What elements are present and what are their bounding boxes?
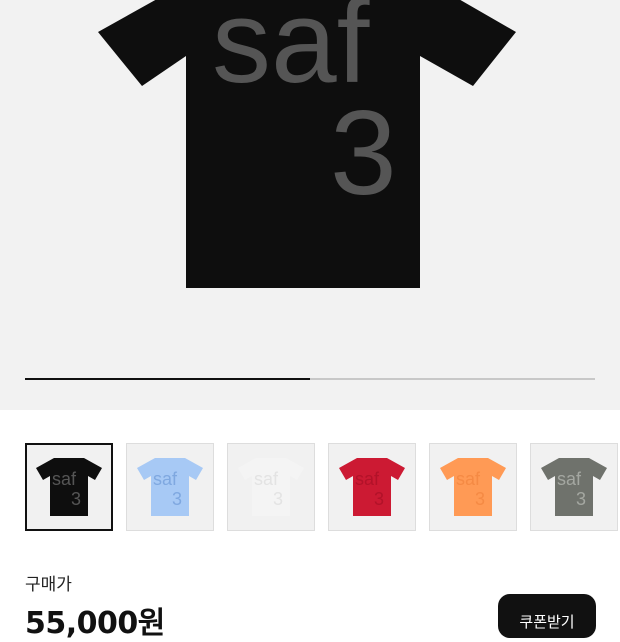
tshirt-graphic-text: saf — [254, 469, 279, 489]
tshirt-graphic-text: saf — [52, 469, 77, 489]
tshirt-icon: saf3 — [541, 458, 607, 516]
price-label: 구매가 — [25, 575, 72, 595]
color-thumbnail-khaki-gray[interactable]: saf 3 — [530, 443, 618, 531]
gallery-progress-fill — [25, 378, 310, 380]
tshirt-icon: saf3 — [339, 458, 405, 516]
tshirt-graphic-text: saf — [456, 469, 481, 489]
tshirt-graphic-text: saf — [557, 469, 582, 489]
color-thumbnail-red[interactable]: saf 3 — [328, 443, 416, 531]
price-value: 55,000원 — [25, 606, 165, 641]
tshirt-graphic-number: 3 — [374, 489, 384, 509]
hero-graphic-number: 3 — [330, 86, 397, 220]
coupon-button[interactable]: 쿠폰받기 — [498, 594, 596, 638]
color-thumbnail-light-blue[interactable]: saf 3 — [126, 443, 214, 531]
tshirt-graphic-number: 3 — [475, 489, 485, 509]
color-thumbnail-white[interactable]: saf 3 — [227, 443, 315, 531]
tshirt-graphic-text: saf — [153, 469, 178, 489]
tshirt-icon: saf3 — [137, 458, 203, 516]
tshirt-graphic-number: 3 — [71, 489, 81, 509]
tshirt-graphic-text: saf — [355, 469, 380, 489]
gallery-progress-bar — [25, 378, 595, 380]
product-hero-image[interactable]: saf 3 — [0, 0, 620, 410]
hero-tshirt-image: saf 3 — [98, 0, 516, 288]
tshirt-icon: saf3 — [238, 458, 304, 516]
tshirt-graphic-number: 3 — [273, 489, 283, 509]
tshirt-graphic-number: 3 — [172, 489, 182, 509]
tshirt-icon: saf3 — [36, 458, 102, 516]
color-thumbnail-orange[interactable]: saf 3 — [429, 443, 517, 531]
tshirt-icon: saf3 — [440, 458, 506, 516]
color-thumbnail-black[interactable]: saf 3 — [25, 443, 113, 531]
tshirt-graphic-number: 3 — [576, 489, 586, 509]
